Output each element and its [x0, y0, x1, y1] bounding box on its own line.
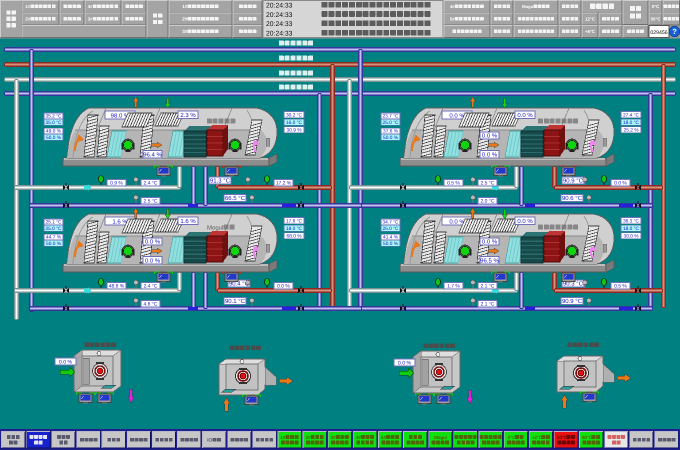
svg-text:25.0 °C: 25.0 °C — [45, 226, 62, 232]
svg-text:12°C: 12°C — [585, 17, 596, 22]
svg-text:44.7 %: 44.7 % — [46, 235, 62, 241]
svg-text:3#: 3# — [182, 29, 188, 34]
svg-text:30.2 °C: 30.2 °C — [286, 113, 303, 119]
svg-text:35.0 °C: 35.0 °C — [45, 120, 62, 126]
svg-text:50.0 %: 50.0 % — [383, 241, 399, 247]
svg-text:17.6 °C: 17.6 °C — [286, 219, 303, 225]
svg-text:20:24:33: 20:24:33 — [266, 21, 293, 28]
svg-text:2.5 °C: 2.5 °C — [481, 181, 495, 187]
svg-text:3#: 3# — [88, 17, 93, 22]
svg-text:2.1 °C: 2.1 °C — [481, 302, 495, 308]
svg-text:25.0 °C: 25.0 °C — [382, 226, 399, 232]
svg-text:5#: 5# — [450, 17, 455, 22]
svg-text:68.0 %: 68.0 % — [287, 234, 303, 240]
svg-text:2.1 °C: 2.1 °C — [481, 284, 495, 290]
svg-text:50°C: 50°C — [651, 17, 662, 22]
svg-text:20:24:33: 20:24:33 — [266, 30, 293, 37]
svg-text:0.0 %: 0.0 % — [517, 112, 533, 119]
svg-text:0°C: 0°C — [508, 435, 516, 440]
svg-text:18.0 °C: 18.0 °C — [286, 226, 303, 232]
svg-text:90.6 °C: 90.6 °C — [562, 195, 583, 202]
svg-text:18.0 °C: 18.0 °C — [623, 120, 640, 126]
svg-text:34.7 °C: 34.7 °C — [382, 220, 399, 226]
svg-text:0.0 %: 0.0 % — [145, 239, 161, 246]
svg-text:20:24:33: 20:24:33 — [266, 12, 293, 19]
svg-text:0.0 %: 0.0 % — [482, 133, 498, 140]
svg-text:5#: 5# — [381, 435, 387, 440]
svg-text:25.1 °C: 25.1 °C — [45, 220, 62, 226]
svg-text:0.0 %: 0.0 % — [145, 258, 161, 265]
svg-text:4#: 4# — [356, 435, 362, 440]
svg-text:16.0 °C: 16.0 °C — [286, 120, 303, 126]
svg-text:?: ? — [672, 27, 677, 36]
svg-text:4#: 4# — [450, 4, 455, 9]
svg-text:1.7 %: 1.7 % — [447, 284, 460, 290]
svg-text:Mogul: Mogul — [207, 225, 223, 232]
svg-text:2#: 2# — [182, 17, 188, 22]
svg-text:25.0 °C: 25.0 °C — [382, 120, 399, 126]
svg-text:1#: 1# — [25, 4, 30, 9]
svg-text:17.2 %: 17.2 % — [276, 181, 292, 187]
svg-text:96.4 %: 96.4 % — [143, 152, 162, 159]
svg-text:30.0 %: 30.0 % — [624, 234, 640, 240]
svg-text:30.9 %: 30.9 % — [287, 128, 303, 134]
svg-text:2.4 °C: 2.4 °C — [144, 181, 158, 187]
svg-text:2#: 2# — [306, 435, 312, 440]
svg-text:4#: 4# — [88, 4, 93, 9]
svg-text:2.0 °C: 2.0 °C — [481, 199, 495, 205]
svg-text:90.1 °C: 90.1 °C — [225, 298, 246, 305]
svg-text:37.6 %: 37.6 % — [383, 129, 399, 135]
svg-text:91.3 °C: 91.3 °C — [210, 178, 231, 185]
svg-text:0.0 %: 0.0 % — [517, 218, 533, 225]
svg-text:0°C: 0°C — [652, 4, 660, 9]
svg-text:50.0 %: 50.0 % — [46, 241, 62, 247]
svg-text:Mogul: Mogul — [522, 4, 534, 9]
svg-text:66.5 °C: 66.5 °C — [225, 195, 246, 202]
svg-text:1.6 %: 1.6 % — [180, 218, 196, 225]
svg-text:IO: IO — [207, 438, 212, 443]
svg-text:+6°C: +6°C — [585, 29, 596, 34]
svg-text:48.6 %: 48.6 % — [109, 284, 125, 290]
svg-text:0.0 %: 0.0 % — [59, 360, 73, 366]
svg-text:49.0 %: 49.0 % — [46, 129, 62, 135]
svg-text:2.3 %: 2.3 % — [180, 112, 196, 119]
svg-text:35.2 °C: 35.2 °C — [45, 114, 62, 120]
svg-text:23.7 °C: 23.7 °C — [382, 114, 399, 120]
svg-text:41.4 %: 41.4 % — [383, 235, 399, 241]
svg-text:2.4 °C: 2.4 °C — [144, 284, 158, 290]
svg-text:0.0 %: 0.0 % — [277, 284, 290, 290]
svg-text:20:24:33: 20:24:33 — [266, 3, 293, 10]
svg-text:1#: 1# — [182, 4, 188, 9]
svg-text:029456: 029456 — [650, 30, 667, 36]
svg-text:0.0 %: 0.0 % — [482, 152, 498, 159]
svg-text:36.3 °C: 36.3 °C — [623, 219, 640, 225]
svg-text:60°C: 60°C — [582, 435, 593, 440]
svg-text:27.4 °C: 27.4 °C — [623, 113, 640, 119]
svg-text:2#: 2# — [25, 17, 30, 22]
svg-text:0.5 %: 0.5 % — [447, 181, 460, 187]
svg-text:0.0 %: 0.0 % — [398, 361, 412, 367]
svg-text:2.5 °C: 2.5 °C — [144, 199, 158, 205]
svg-text:90.9 °C: 90.9 °C — [562, 298, 583, 305]
svg-text:Mogul: Mogul — [434, 435, 447, 440]
svg-text:+2°C: +2°C — [532, 435, 543, 440]
svg-text:4.6 °C: 4.6 °C — [144, 302, 158, 308]
svg-text:0.5 %: 0.5 % — [614, 284, 627, 290]
svg-text:0.0 %: 0.0 % — [482, 239, 498, 246]
svg-text:3#: 3# — [331, 435, 337, 440]
svg-text:0.0 %: 0.0 % — [614, 181, 627, 187]
svg-text:96.5 %: 96.5 % — [480, 258, 499, 265]
svg-text:18.0 °C: 18.0 °C — [623, 226, 640, 232]
svg-text:50.0 %: 50.0 % — [383, 135, 399, 141]
svg-text:50.0 %: 50.0 % — [46, 135, 62, 141]
svg-text:50°C: 50°C — [557, 435, 568, 440]
svg-text:1#: 1# — [280, 435, 286, 440]
svg-text:25.2 %: 25.2 % — [624, 128, 640, 134]
svg-text:90.9 °C: 90.9 °C — [563, 178, 584, 185]
svg-text:0.9 %: 0.9 % — [110, 181, 123, 187]
